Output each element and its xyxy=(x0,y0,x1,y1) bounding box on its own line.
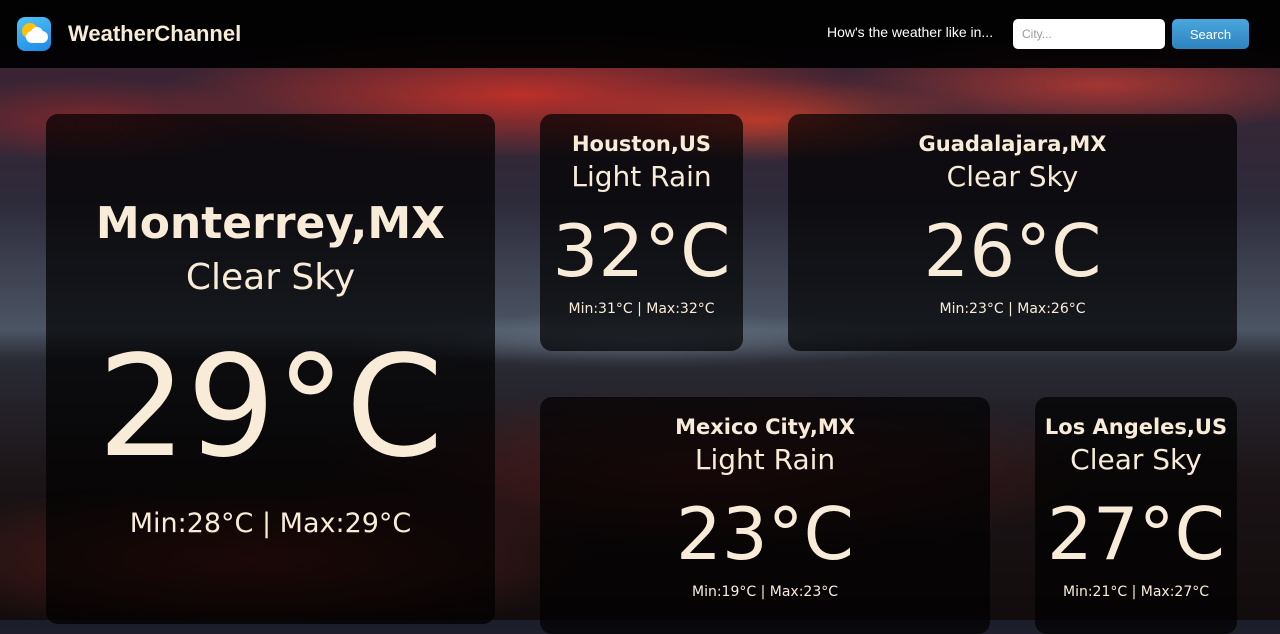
search-prompt: How's the weather like in... xyxy=(827,24,994,40)
city-name: Mexico City,MX xyxy=(675,415,855,439)
weather-condition: Clear Sky xyxy=(946,160,1079,193)
weather-condition: Clear Sky xyxy=(185,257,356,298)
search-button[interactable]: Search xyxy=(1172,19,1249,49)
temperature: 26°C xyxy=(923,209,1102,293)
weather-condition: Light Rain xyxy=(694,443,836,476)
temperature: 27°C xyxy=(1047,492,1225,576)
city-name: Los Angeles,US xyxy=(1044,415,1228,439)
temperature: 23°C xyxy=(676,492,854,576)
weather-card-los-angeles: Los Angeles,US Clear Sky 27°C Min:21°C |… xyxy=(1035,397,1237,634)
weather-condition: Light Rain xyxy=(571,160,712,193)
city-name: Houston,US xyxy=(571,132,712,156)
city-search-input[interactable] xyxy=(1013,19,1165,49)
weather-condition: Clear Sky xyxy=(1070,443,1202,476)
city-name: Monterrey,MX xyxy=(95,198,446,249)
weather-card-mexico-city: Mexico City,MX Light Rain 23°C Min:19°C … xyxy=(540,397,990,634)
temperature-range: Min:28°C | Max:29°C xyxy=(129,508,412,539)
temperature-range: Min:31°C | Max:32°C xyxy=(568,301,715,317)
city-name: Guadalajara,MX xyxy=(918,132,1107,156)
weather-card-houston: Houston,US Light Rain 32°C Min:31°C | Ma… xyxy=(540,114,743,351)
weather-card-guadalajara: Guadalajara,MX Clear Sky 26°C Min:23°C |… xyxy=(788,114,1237,351)
brand-title[interactable]: WeatherChannel xyxy=(68,21,241,47)
temperature: 29°C xyxy=(97,326,444,489)
navbar: WeatherChannel How's the weather like in… xyxy=(0,0,1280,68)
temperature-range: Min:19°C | Max:23°C xyxy=(691,584,838,600)
temperature-range: Min:21°C | Max:27°C xyxy=(1062,584,1209,600)
weather-logo-icon[interactable] xyxy=(17,17,51,51)
featured-weather-card: Monterrey,MX Clear Sky 29°C Min:28°C | M… xyxy=(46,114,495,624)
temperature: 32°C xyxy=(552,209,731,293)
temperature-range: Min:23°C | Max:26°C xyxy=(939,301,1086,317)
